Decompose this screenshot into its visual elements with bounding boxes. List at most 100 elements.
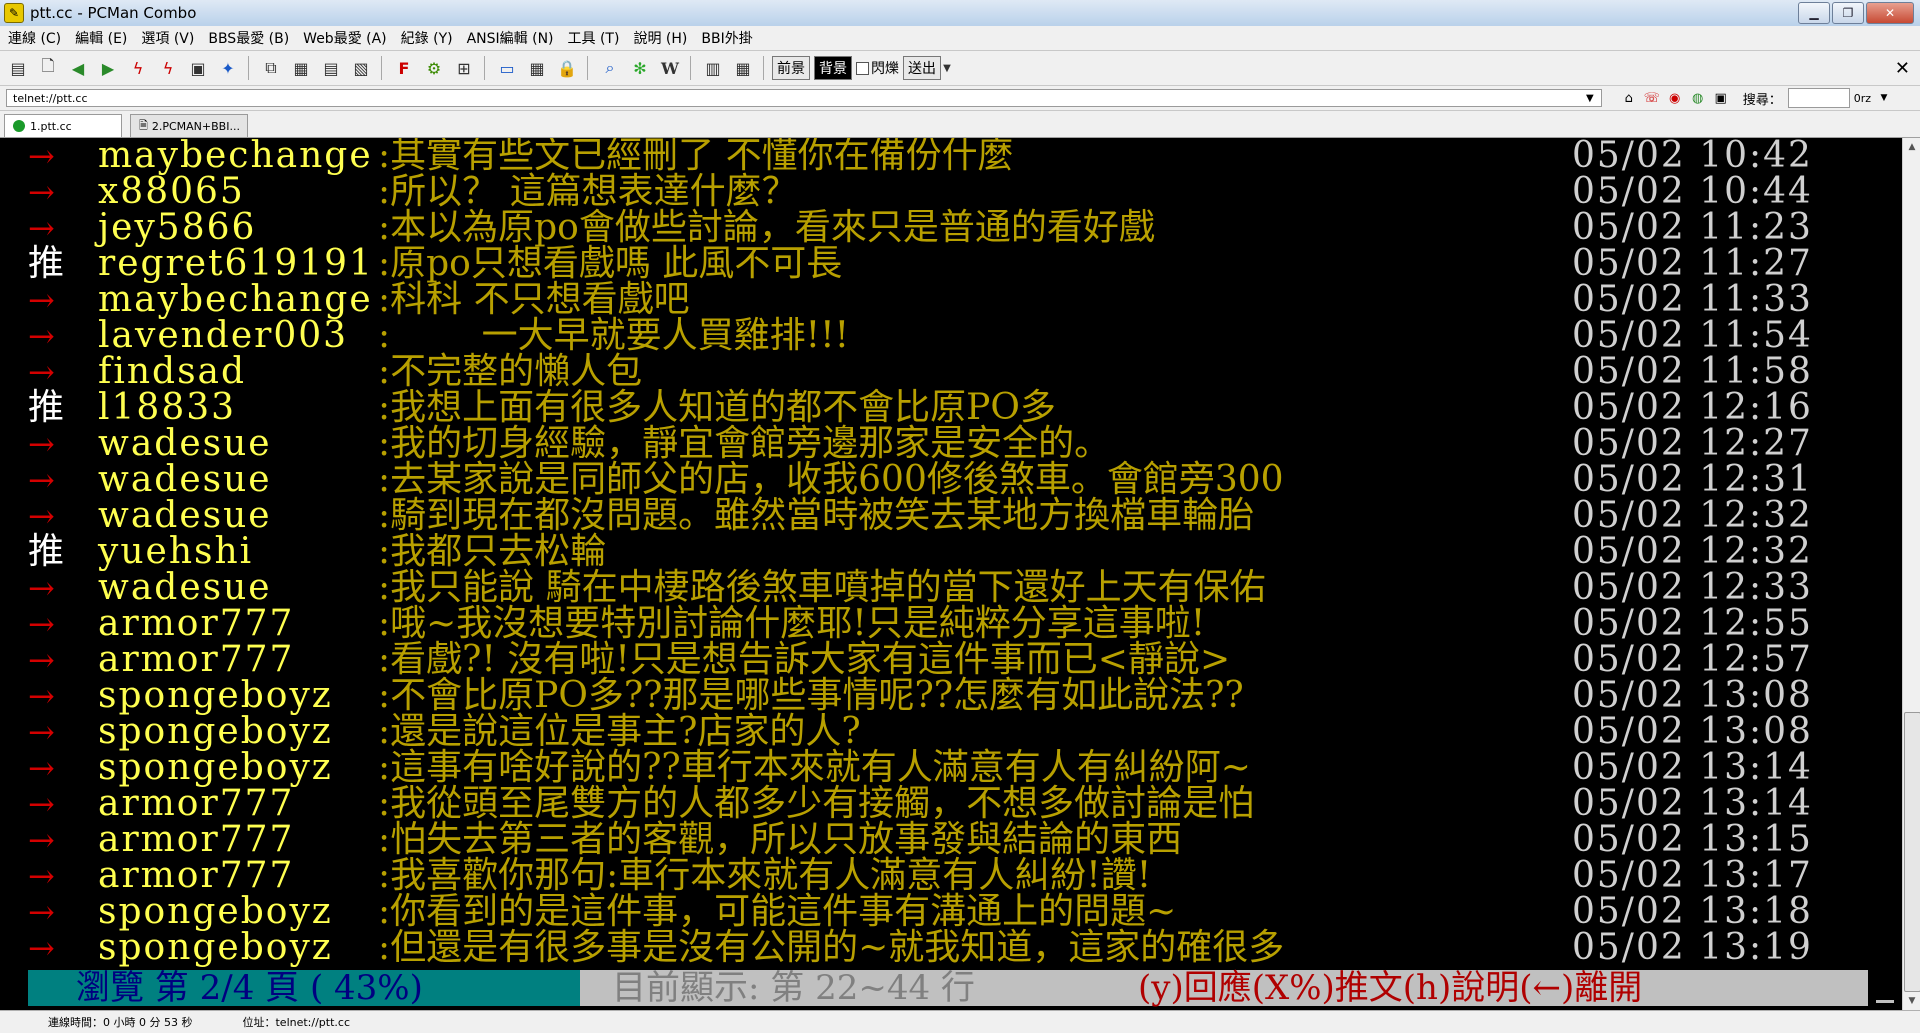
comment-message: :哦~我沒想要特別討論什麼耶!只是純粹分享這事啦! xyxy=(378,603,1206,644)
foreground-button[interactable]: 前景 xyxy=(772,56,810,80)
close-button[interactable]: ✕ xyxy=(1866,2,1914,24)
font-icon[interactable]: F xyxy=(392,56,416,80)
keyboard-icon[interactable]: ▦ xyxy=(525,56,549,80)
comment-row: → armor777:哦~我沒想要特別討論什麼耶!只是純粹分享這事啦! 05/02 … xyxy=(0,603,1902,644)
menu-tools[interactable]: 工具 (T) xyxy=(568,28,620,48)
comment-time: 05/02 13:14 xyxy=(1572,747,1813,788)
search-input[interactable] xyxy=(1787,88,1850,108)
grid-icon[interactable]: ▦ xyxy=(731,56,755,80)
blink-checkbox[interactable]: 閃爍 xyxy=(856,58,899,78)
pin-icon[interactable]: ✦ xyxy=(216,56,240,80)
comment-message: :怕失去第三者的客觀，所以只放事發與結論的東西 xyxy=(378,819,1183,860)
comment-user: armor777 xyxy=(98,855,295,896)
comment-row: → maybechange:科科 不只想看戲吧 05/02 11:33 xyxy=(0,279,1902,320)
comment-row: 推 l18833:我想上面有很多人知道的都不會比原PO多 05/02 12:16 xyxy=(0,390,1902,426)
scroll-up-icon[interactable]: ▲ xyxy=(1903,138,1920,156)
menu-connect[interactable]: 連線 (C) xyxy=(8,28,61,48)
tab-bar: 1.ptt.cc 🗎 2.PCMAN+BBI... xyxy=(0,111,1920,138)
scroll-down-icon[interactable]: ▼ xyxy=(1903,992,1920,1010)
screenshot-icon[interactable]: ▧ xyxy=(349,56,373,80)
search-label: 搜尋： xyxy=(1742,92,1782,108)
menu-options[interactable]: 選項 (V) xyxy=(141,28,194,48)
lock-icon[interactable]: 🔒 xyxy=(555,56,579,80)
tab-label: 2.PCMAN+BBI... xyxy=(151,119,240,133)
comment-user: findsad xyxy=(98,351,247,392)
comment-row: → jey5866:本以為原po會做些討論，看來只是普通的看好戲 05/02 11:… xyxy=(0,210,1902,247)
menu-ansi-edit[interactable]: ANSI編輯 (N) xyxy=(467,28,554,48)
disconnect-icon[interactable]: ϟ xyxy=(126,56,150,80)
close-icon[interactable]: ✕ xyxy=(1895,58,1910,79)
wikipedia-icon[interactable]: W xyxy=(658,56,682,80)
menu-edit[interactable]: 編輯 (E) xyxy=(75,28,127,48)
comment-mark: → xyxy=(28,857,55,895)
page-icon: 🗎 xyxy=(139,118,148,132)
comment-row: → spongeboyz:還是說這位是事主?店家的人? 05/02 13:08 xyxy=(0,711,1902,752)
restore-button[interactable]: ❐ xyxy=(1832,2,1864,24)
gear-icon[interactable]: ⚙ xyxy=(422,56,446,80)
toolbar-separator xyxy=(381,56,382,80)
reconnect-icon[interactable]: ϟ xyxy=(156,56,180,80)
comment-mark: → xyxy=(28,569,55,607)
checkbox-box[interactable] xyxy=(856,61,869,75)
comment-message: :騎到現在都沒問題。雖然當時被笑去某地方換檔車輪胎 xyxy=(378,495,1255,536)
comment-user: spongeboyz xyxy=(98,927,333,968)
chevron-down-icon[interactable]: ▼ xyxy=(1586,93,1594,104)
comment-row: → spongeboyz:不會比原PO多??那是哪些事情呢??怎麼有如此說法?? 0… xyxy=(0,675,1902,716)
tab-ptt[interactable]: 1.ptt.cc xyxy=(4,114,122,137)
bbs-terminal[interactable]: → maybechange:其實有些文已經刪了 不懂你在備份什麼 05/02 10:… xyxy=(0,138,1902,1010)
screen-icon[interactable]: ▣ xyxy=(186,56,210,80)
bell-icon[interactable]: ☏ xyxy=(1642,89,1662,107)
background-button[interactable]: 背景 xyxy=(814,56,852,80)
tab-pcman-bbi[interactable]: 🗎 2.PCMAN+BBI... xyxy=(130,114,248,137)
record-icon[interactable]: ◉ xyxy=(1665,89,1685,107)
comment-time: 05/02 13:08 xyxy=(1572,711,1813,752)
menu-web-favorites[interactable]: Web最愛 (A) xyxy=(303,28,386,48)
paste-icon[interactable]: ▦ xyxy=(289,56,313,80)
search-engine-label[interactable]: 0rz xyxy=(1854,92,1871,105)
comment-time: 05/02 11:27 xyxy=(1572,243,1813,284)
comment-mark: → xyxy=(28,605,55,643)
page-indicator: 瀏覽 第 2/4 頁 ( 43%) xyxy=(28,970,580,1006)
menu-bbs-favorites[interactable]: BBS最愛 (B) xyxy=(208,28,289,48)
comment-mark: → xyxy=(28,713,55,751)
menu-bbi-plugin[interactable]: BBI外掛 xyxy=(701,28,752,48)
chevron-down-icon[interactable]: ▼ xyxy=(1874,89,1894,107)
home-icon[interactable]: ⌂ xyxy=(1619,89,1639,107)
minimize-button[interactable]: ▁ xyxy=(1798,2,1830,24)
comment-message: :所以？ 這篇想表達什麼？ xyxy=(378,171,798,212)
comment-user: armor777 xyxy=(98,603,295,644)
copy-article-icon[interactable]: ▤ xyxy=(319,56,343,80)
flower-icon[interactable]: ✻ xyxy=(628,56,652,80)
monitor-icon[interactable]: ▭ xyxy=(495,56,519,80)
comment-message: :科科 不只想看戲吧 xyxy=(378,279,690,320)
comment-user: spongeboyz xyxy=(98,711,333,752)
fullscreen-icon[interactable]: ⊞ xyxy=(452,56,476,80)
search-icon[interactable]: ⌕ xyxy=(598,56,622,80)
comment-row: → wadesue:去某家說是同師父的店，收我600修後煞車。會館旁300 05/0… xyxy=(0,462,1902,499)
back-arrow-icon[interactable]: ◀ xyxy=(66,56,90,80)
comment-message: :不會比原PO多??那是哪些事情呢??怎麼有如此說法?? xyxy=(378,675,1244,716)
address-input[interactable]: telnet://ptt.cc xyxy=(6,89,1602,107)
menu-log[interactable]: 紀錄 (Y) xyxy=(401,28,453,48)
connected-icon xyxy=(13,120,25,132)
menu-help[interactable]: 說明 (H) xyxy=(633,28,687,48)
comment-time: 05/02 12:32 xyxy=(1572,531,1813,572)
new-connection-icon[interactable]: 🗋 xyxy=(36,56,60,80)
scroll-thumb[interactable] xyxy=(1904,712,1920,992)
vertical-scrollbar[interactable]: ▲ ▼ xyxy=(1902,138,1920,1010)
site-list-icon[interactable]: ▤ xyxy=(6,56,30,80)
comment-message: :不完整的懶人包 xyxy=(378,351,643,392)
comment-mark: → xyxy=(28,641,55,679)
disk-icon[interactable]: ▣ xyxy=(1711,89,1731,107)
comment-time: 05/02 11:58 xyxy=(1572,351,1813,392)
chevron-down-icon[interactable]: ▼ xyxy=(941,56,953,80)
send-button[interactable]: 送出 xyxy=(903,56,941,80)
globe-icon[interactable]: ◍ xyxy=(1688,89,1708,107)
save-icon[interactable]: ▥ xyxy=(701,56,725,80)
toolbar-separator xyxy=(763,56,764,80)
copy-icon[interactable]: ⧉ xyxy=(259,56,283,80)
comment-time: 05/02 12:33 xyxy=(1572,567,1813,608)
line-range: 目前顯示: 第 22~44 行 xyxy=(612,968,975,1008)
forward-arrow-icon[interactable]: ▶ xyxy=(96,56,120,80)
comment-message: :原po只想看戲嗎 此風不可長 xyxy=(378,243,843,284)
